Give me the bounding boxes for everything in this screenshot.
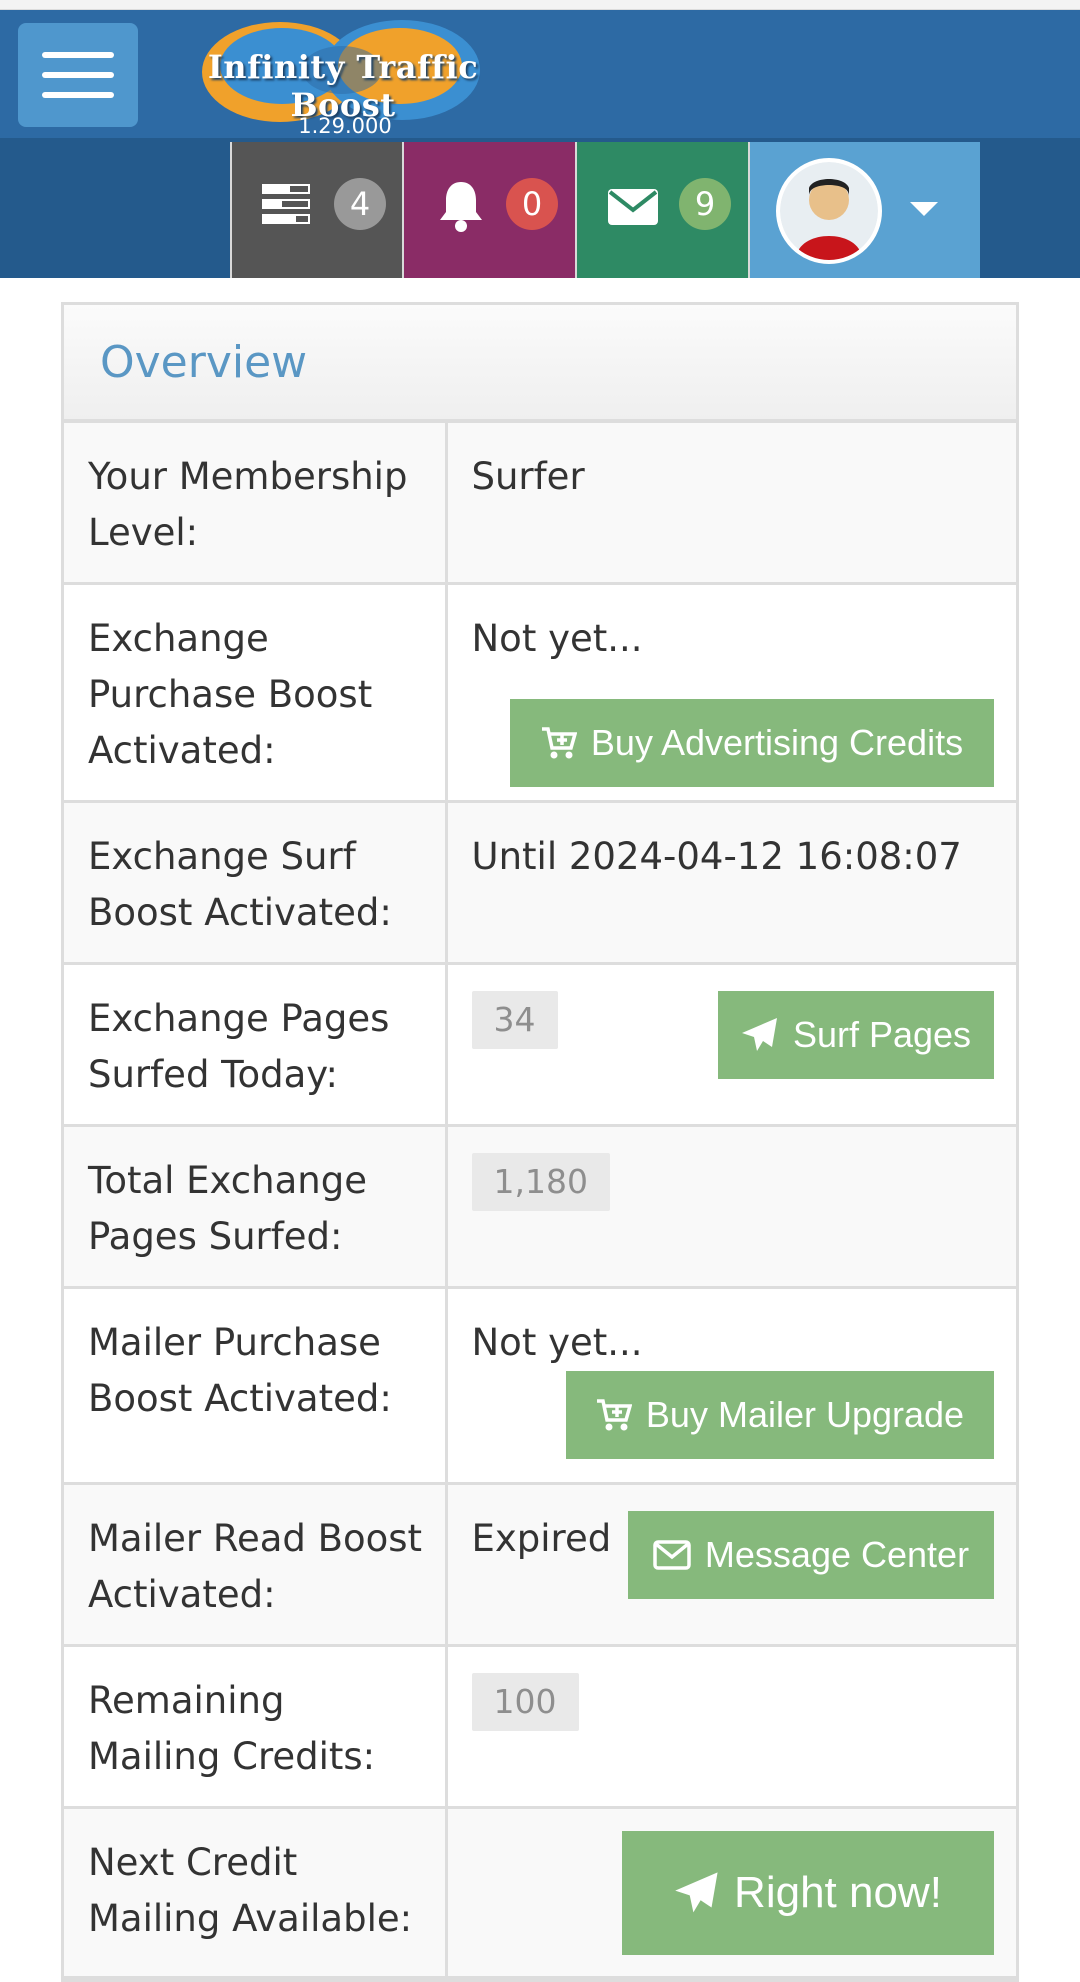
top-navbar: 4 0 9 [0,142,1080,278]
mailer-purchase-boost-status: Not yet... [471,1320,643,1364]
table-row: Mailer Read Boost Activated: Expired Mes… [64,1483,1016,1647]
envelope-outline-icon [653,1539,691,1570]
bell-icon [438,180,484,236]
paper-plane-icon [741,1017,779,1053]
row-value-cell: Not yet... Buy Advertising Credits [446,583,1016,803]
messages-nav-button[interactable]: 9 [575,142,748,278]
buy-advertising-credits-button[interactable]: Buy Advertising Credits [510,698,994,787]
table-row: Your Membership Level: Surfer [64,423,1016,585]
row-label: Total Exchange Pages Surfed: [64,1125,448,1289]
remaining-mailing-credits-count: 100 [471,1672,579,1731]
row-label: Exchange Pages Surfed Today: [64,963,448,1127]
version-label: 1.29.000 [298,114,392,138]
row-value-cell: Surfer [446,423,1016,585]
table-row: Exchange Surf Boost Activated: Until 202… [64,801,1016,965]
row-label: Your Membership Level: [64,423,448,585]
row-label: Remaining Mailing Credits: [64,1645,448,1809]
user-avatar [776,158,882,264]
notifications-nav-button[interactable]: 0 [402,142,575,278]
button-label: Buy Advertising Credits [590,721,964,763]
overview-table: Your Membership Level: Surfer Exchange P… [64,423,1016,1979]
user-menu-button[interactable] [748,142,980,278]
envelope-icon [607,188,659,230]
button-label: Surf Pages [792,1013,972,1055]
table-row: Exchange Purchase Boost Activated: Not y… [64,583,1016,803]
row-label: Mailer Read Boost Activated: [64,1483,448,1647]
cart-plus-icon [596,1398,632,1432]
panel-heading: Overview [64,305,1016,423]
membership-level-value: Surfer [471,455,585,498]
top-status-strip [0,0,1080,10]
button-label: Right now! [734,1867,942,1917]
table-row: Exchange Pages Surfed Today: 34 Surf Pag… [64,963,1016,1127]
hamburger-menu-button[interactable] [18,23,138,127]
notifications-count-badge: 0 [506,178,558,230]
row-value-cell: 1,180 [446,1125,1016,1289]
row-label: Next Credit Mailing Available: [64,1807,448,1979]
tasks-nav-button[interactable]: 4 [230,142,402,278]
table-row: Total Exchange Pages Surfed: 1,180 [64,1125,1016,1289]
row-value-cell: Not yet... Buy Mailer Upgrade [446,1287,1016,1485]
row-value-cell: Right now! [446,1807,1016,1979]
app-header: Infinity Traffic Boost 1.29.000 [0,10,1080,142]
button-label: Buy Mailer Upgrade [645,1393,965,1435]
caret-down-icon [910,202,938,216]
cart-plus-icon [541,726,577,760]
buy-mailer-upgrade-button[interactable]: Buy Mailer Upgrade [566,1370,994,1459]
message-center-button[interactable]: Message Center [628,1510,994,1599]
row-label: Mailer Purchase Boost Activated: [64,1287,448,1485]
paper-plane-icon [674,1871,720,1915]
site-logo[interactable]: Infinity Traffic Boost 1.29.000 [170,10,510,142]
overview-panel: Overview Your Membership Level: Surfer E… [61,302,1019,1982]
messages-count-badge: 9 [679,178,731,230]
surf-pages-button[interactable]: Surf Pages [718,990,994,1079]
table-row: Remaining Mailing Credits: 100 [64,1645,1016,1809]
row-value-cell: Until 2024-04-12 16:08:07 [446,801,1016,965]
purchase-boost-status: Not yet... [471,616,643,660]
button-label: Message Center [704,1533,970,1575]
row-value-cell: 34 Surf Pages [446,963,1016,1127]
row-label: Exchange Surf Boost Activated: [64,801,448,965]
tasks-count-badge: 4 [334,178,386,230]
surf-boost-status: Until 2024-04-12 16:08:07 [471,834,962,878]
row-label: Exchange Purchase Boost Activated: [64,583,448,803]
table-row: Next Credit Mailing Available: Right now… [64,1807,1016,1979]
row-value-cell: Expired Message Center [446,1483,1016,1647]
hamburger-menu-icon [42,52,114,58]
row-value-cell: 100 [446,1645,1016,1809]
pages-surfed-today-count: 34 [471,990,558,1049]
tasks-icon [260,182,312,230]
total-pages-surfed-count: 1,180 [471,1152,610,1211]
logo-text: Infinity Traffic Boost [207,48,479,124]
table-row: Mailer Purchase Boost Activated: Not yet… [64,1287,1016,1485]
panel-title: Overview [100,336,308,388]
right-now-button[interactable]: Right now! [622,1830,994,1955]
